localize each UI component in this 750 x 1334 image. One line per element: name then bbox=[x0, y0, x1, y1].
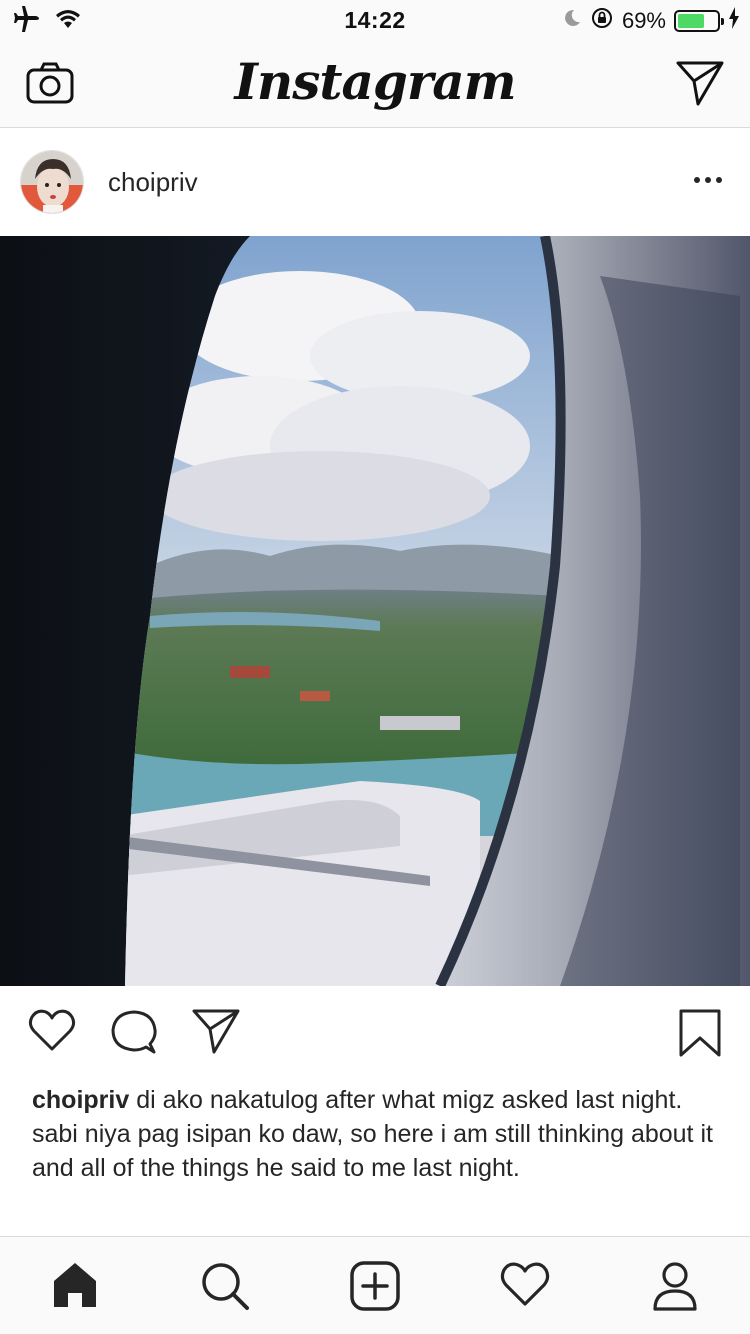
top-navigation: Instagram bbox=[0, 40, 750, 128]
like-icon[interactable] bbox=[28, 1008, 76, 1057]
charging-icon bbox=[728, 7, 740, 34]
more-options-icon[interactable] bbox=[694, 177, 722, 183]
post-header: choipriv bbox=[0, 129, 750, 236]
share-icon[interactable] bbox=[192, 1008, 240, 1059]
instagram-logo: Instagram bbox=[234, 52, 517, 111]
avatar[interactable] bbox=[20, 150, 84, 214]
comment-icon[interactable] bbox=[110, 1008, 158, 1061]
caption-text: di ako nakatulog after what migz asked l… bbox=[32, 1086, 713, 1182]
search-icon[interactable] bbox=[200, 1261, 250, 1316]
battery-fill bbox=[678, 13, 705, 28]
post-caption: choipriv di ako nakatulog after what mig… bbox=[32, 1083, 722, 1185]
bottom-tab-bar bbox=[0, 1236, 750, 1334]
battery-percent: 69% bbox=[621, 7, 666, 33]
direct-message-icon[interactable] bbox=[676, 60, 724, 111]
moon-icon bbox=[562, 8, 582, 33]
post-photo[interactable] bbox=[0, 236, 750, 986]
home-icon[interactable] bbox=[52, 1261, 98, 1314]
battery-icon bbox=[674, 9, 724, 32]
new-post-icon[interactable] bbox=[350, 1261, 400, 1316]
orientation-lock-icon bbox=[590, 6, 614, 35]
bookmark-icon[interactable] bbox=[678, 1008, 722, 1063]
post-username[interactable]: choipriv bbox=[108, 167, 198, 198]
caption-username[interactable]: choipriv bbox=[32, 1086, 129, 1114]
post-actions bbox=[0, 986, 750, 1082]
activity-icon[interactable] bbox=[500, 1261, 550, 1312]
profile-icon[interactable] bbox=[652, 1261, 698, 1316]
status-bar: 14:22 69% bbox=[0, 0, 750, 40]
